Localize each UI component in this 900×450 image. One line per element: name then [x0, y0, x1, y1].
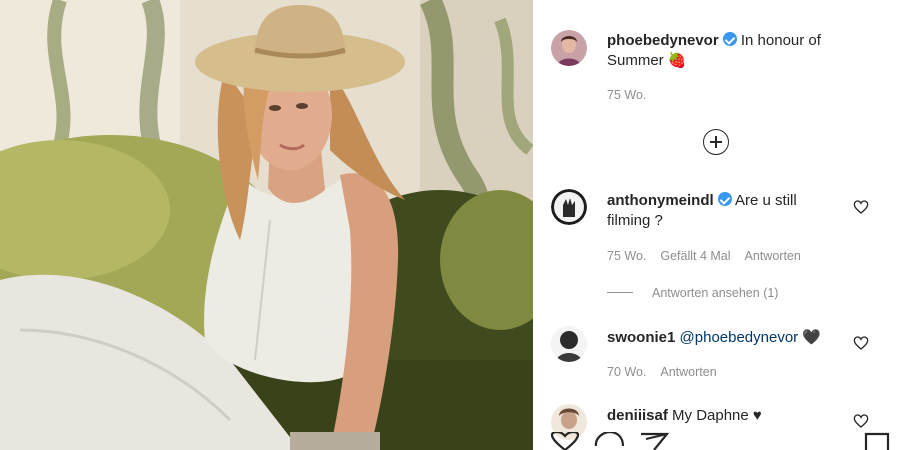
author-username[interactable]: phoebedynevor [607, 32, 719, 49]
comment-icon[interactable] [594, 430, 625, 447]
comment-swoonie1: swoonie1 @phoebedynevor 🖤 [607, 328, 867, 348]
commenter-username[interactable]: swoonie1 [607, 329, 675, 346]
comment-likes[interactable]: Gefällt 4 Mal [660, 249, 730, 263]
caption-text: In honour of [740, 32, 821, 49]
post-age-text[interactable]: 75 Wo. [607, 88, 646, 102]
strawberry-emoji: 🍓 [667, 52, 687, 69]
post-action-bar [533, 430, 900, 450]
commenter-username[interactable]: anthonymeindl [607, 192, 714, 209]
post-photo[interactable] [0, 0, 533, 450]
load-more-comments-button[interactable] [703, 129, 729, 155]
verified-icon [717, 192, 732, 206]
commenter-avatar-anthonymeindl[interactable] [551, 189, 587, 225]
post-caption: phoebedynevor In honour of Summer 🍓 [607, 31, 877, 71]
heart-icon[interactable] [853, 413, 869, 429]
commenter-avatar-swoonie1[interactable] [551, 326, 587, 362]
like-heart-icon[interactable] [550, 430, 580, 450]
paper-plane-icon[interactable] [641, 432, 670, 450]
post-age: 75 Wo. [607, 88, 660, 102]
verified-icon [722, 32, 737, 46]
author-avatar[interactable] [551, 30, 587, 66]
bookmark-icon[interactable] [864, 432, 890, 450]
reply-button[interactable]: Antworten [660, 365, 716, 379]
caption-text-line2: Summer [607, 52, 664, 69]
commenter-username[interactable]: deniiisaf [607, 407, 668, 424]
comments-panel: phoebedynevor In honour of Summer 🍓 75 W… [533, 0, 900, 450]
comment-text-line2: filming ? [607, 212, 663, 229]
comment-meta: 70 Wo. Antworten [607, 365, 731, 379]
heart-icon[interactable] [853, 199, 869, 215]
heart-icon[interactable] [853, 335, 869, 351]
comment-text: My Daphne ♥ [672, 407, 762, 424]
comment-anthonymeindl: anthonymeindl Are u still filming ? [607, 191, 847, 231]
view-replies-button[interactable]: Antworten ansehen (1) [652, 286, 778, 300]
black-heart-emoji: 🖤 [802, 329, 822, 346]
comment-age[interactable]: 70 Wo. [607, 365, 646, 379]
comment-text: Are u still [735, 192, 797, 209]
reply-button[interactable]: Antworten [745, 249, 801, 263]
photo-illustration [0, 0, 533, 450]
comment-meta: 75 Wo. Gefällt 4 Mal Antworten [607, 249, 815, 263]
comment-age[interactable]: 75 Wo. [607, 249, 646, 263]
replies-divider [607, 292, 633, 293]
mention-link[interactable]: @phoebedynevor [680, 329, 799, 346]
comment-deniiisaf: deniiisaf My Daphne ♥ [607, 406, 867, 426]
